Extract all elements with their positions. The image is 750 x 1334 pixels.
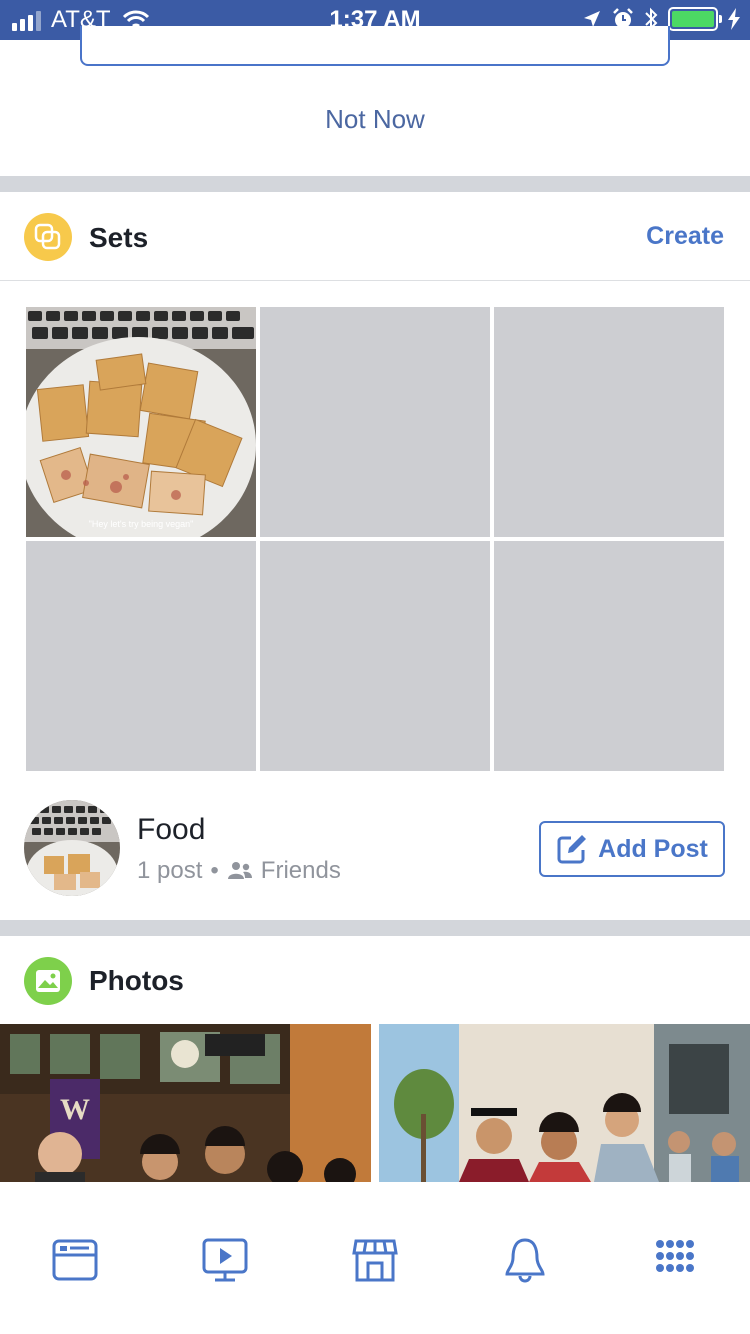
bell-icon <box>505 1238 545 1283</box>
not-now-button[interactable]: Not Now <box>0 104 750 135</box>
tab-watch[interactable] <box>195 1230 255 1290</box>
section-divider <box>0 920 750 936</box>
bottom-tab-bar <box>0 1182 750 1334</box>
create-set-button[interactable]: Create <box>646 222 724 251</box>
graduation-photo-image <box>379 1024 750 1182</box>
set-audience: Friends <box>260 857 341 884</box>
compose-icon <box>557 835 587 864</box>
set-placeholder-cell[interactable] <box>260 541 490 771</box>
tab-notifications[interactable] <box>495 1230 555 1290</box>
set-post-count: 1 post <box>137 857 203 884</box>
charging-icon <box>728 8 740 30</box>
set-placeholder-cell[interactable] <box>494 541 724 771</box>
food-photo-image: "Hey let's try being vegan" <box>26 307 256 537</box>
photo-thumbnail-graduation[interactable] <box>379 1024 750 1182</box>
friends-icon <box>227 862 252 879</box>
tab-menu[interactable] <box>645 1230 705 1290</box>
news-feed-icon <box>52 1239 98 1281</box>
add-post-button[interactable]: Add Post <box>539 821 725 877</box>
sets-title: Sets <box>89 222 149 253</box>
sets-icon <box>24 213 72 261</box>
set-photo-caption: "Hey let's try being vegan" <box>89 519 194 529</box>
tab-marketplace[interactable] <box>345 1230 405 1290</box>
menu-grid-icon <box>656 1240 694 1272</box>
set-photo-food[interactable]: "Hey let's try being vegan" <box>26 307 256 537</box>
meta-dot: • <box>210 857 219 884</box>
video-icon <box>202 1238 248 1282</box>
group-photo-image: W <box>0 1024 371 1182</box>
divider <box>0 280 750 281</box>
set-placeholder-cell[interactable] <box>494 307 724 537</box>
tab-news-feed[interactable] <box>45 1230 105 1290</box>
marketplace-icon <box>352 1239 398 1282</box>
set-avatar[interactable] <box>24 800 120 896</box>
set-meta: 1 post • Friends <box>137 857 341 885</box>
set-placeholder-cell[interactable] <box>26 541 256 771</box>
sets-grid: "Hey let's try being vegan" <box>26 307 724 771</box>
section-divider <box>0 176 750 192</box>
set-placeholder-cell[interactable] <box>260 307 490 537</box>
add-post-label: Add Post <box>598 834 708 863</box>
photos-title: Photos <box>89 965 184 996</box>
battery-icon <box>668 7 722 31</box>
svg-text:W: W <box>60 1093 90 1126</box>
text-input-field[interactable] <box>80 26 670 66</box>
photo-thumbnail-group[interactable]: W <box>0 1024 371 1182</box>
photo-icon <box>24 957 72 1005</box>
set-name[interactable]: Food <box>137 813 205 847</box>
